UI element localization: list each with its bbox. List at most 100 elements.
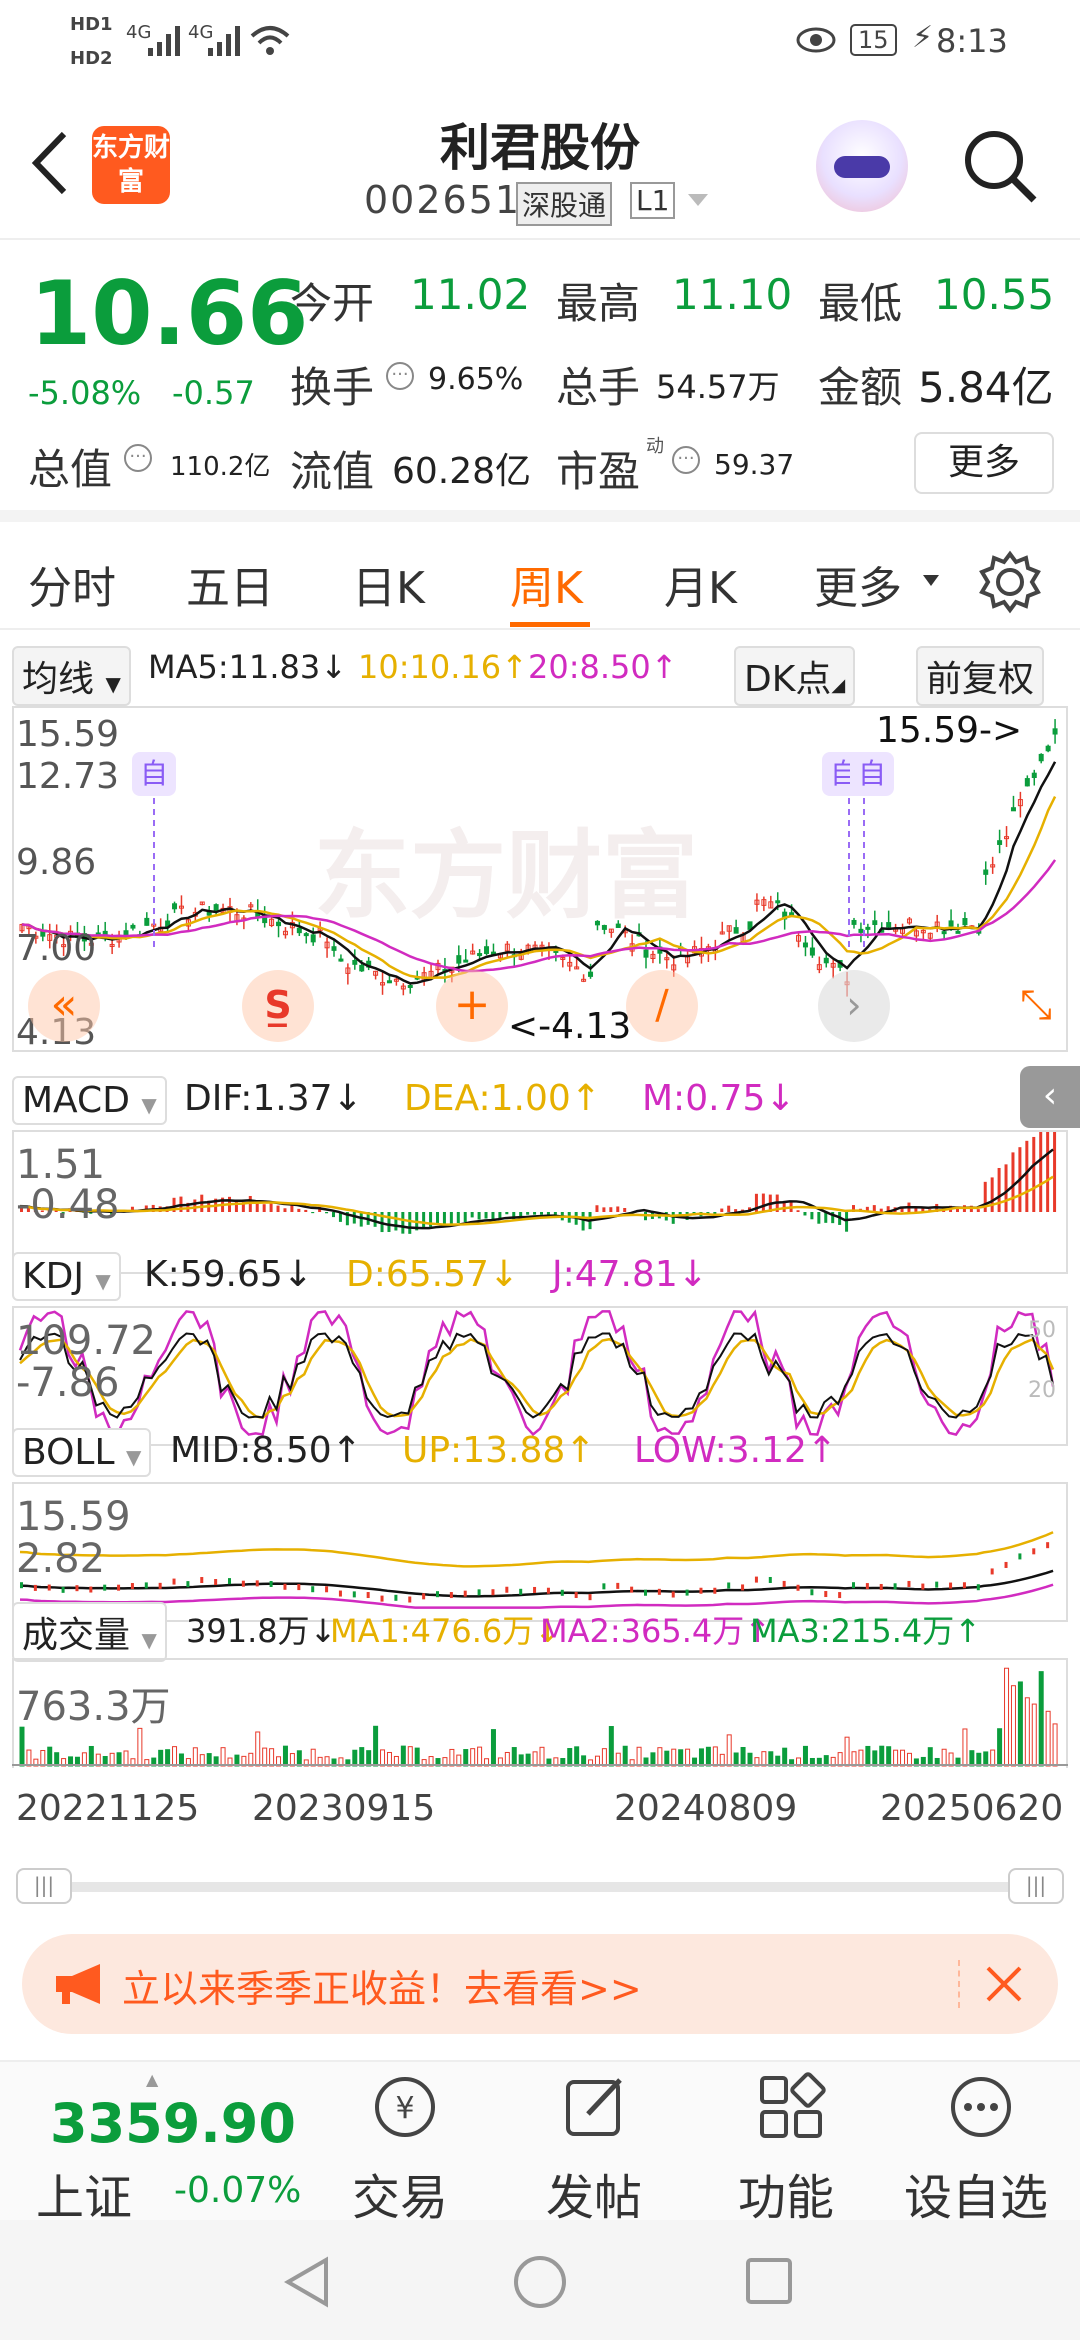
candle-body: [172, 903, 178, 910]
app-logo[interactable]: 东方财富: [92, 126, 170, 204]
macd-bar: [456, 1212, 460, 1224]
function-button[interactable]: [756, 2072, 826, 2146]
charts-area: 均线 ▼ MA5:11.83↓ 10:10.16↑ 20:8.50↑ DK点◢ …: [0, 640, 1080, 1850]
trade-button[interactable]: ¥: [352, 2072, 458, 2146]
market-tag[interactable]: 深股通: [516, 182, 613, 226]
boll-candle: [436, 1591, 439, 1598]
boll-label: BOLL: [22, 1432, 115, 1473]
trade-label[interactable]: 交易: [352, 2158, 448, 2228]
volume-ma2: MA2:365.4万↑: [540, 1612, 772, 1650]
range-handle-right[interactable]: |||: [1008, 1868, 1064, 1904]
macd-panel[interactable]: 1.51 -0.48: [12, 1130, 1068, 1274]
index-value[interactable]: 3359.90: [50, 2092, 296, 2155]
tab-intraday[interactable]: 分时: [28, 552, 116, 616]
boll-candle: [810, 1589, 814, 1596]
promo-banner[interactable]: 成立以来季季正收益！去看看>>: [22, 1934, 1058, 2034]
dk-point-button[interactable]: DK点◢: [734, 646, 856, 706]
macd-bar: [332, 1212, 335, 1218]
candle-body: [955, 930, 961, 934]
macd-bar: [193, 1199, 197, 1212]
scroll-right-icon[interactable]: ›: [818, 970, 890, 1042]
boll-candle: [394, 1594, 398, 1601]
tab-more[interactable]: 更多: [814, 552, 902, 616]
volume-ma3: MA3:215.4万↑: [750, 1612, 982, 1650]
boll-candle: [214, 1579, 218, 1586]
collapse-side-icon[interactable]: ‹: [1020, 1066, 1080, 1128]
boll-select[interactable]: BOLL ▼: [12, 1428, 152, 1477]
tab-five-day[interactable]: 五日: [186, 552, 274, 616]
change-percent: -5.08%: [28, 374, 142, 412]
volume-panel[interactable]: 763.3万: [12, 1658, 1068, 1768]
chevron-down-icon[interactable]: [686, 192, 710, 208]
boll-candle: [782, 1580, 786, 1587]
boll-candle: [824, 1591, 828, 1598]
macd-bar: [720, 1208, 724, 1212]
back-icon[interactable]: [24, 128, 74, 198]
watchlist-label[interactable]: 设自选: [904, 2158, 1048, 2228]
volume-label: 总手: [556, 363, 641, 412]
boll-panel[interactable]: 15.59 2.82: [12, 1482, 1068, 1622]
kdj-axis-bottom: -7.86: [16, 1360, 120, 1406]
adjust-button[interactable]: 前复权: [916, 646, 1045, 706]
info-icon[interactable]: ···: [124, 444, 152, 472]
volume-select[interactable]: 成交量 ▼: [12, 1602, 167, 1662]
macd-bar: [269, 1202, 273, 1212]
boll-up-line: [19, 1531, 1054, 1568]
kdj-select[interactable]: KDJ ▼: [12, 1252, 121, 1301]
level-tag[interactable]: L1: [630, 182, 676, 219]
sell-signal-icon[interactable]: S̲: [242, 970, 314, 1042]
macd-bar: [359, 1212, 363, 1227]
boll-candle: [768, 1576, 772, 1583]
settings-icon[interactable]: [978, 550, 1042, 614]
info-icon-pe[interactable]: ···: [672, 446, 700, 474]
fullscreen-icon[interactable]: ⤡: [1006, 970, 1066, 1042]
candle-body: [352, 959, 358, 965]
nav-home-icon[interactable]: [512, 2254, 568, 2310]
self-select-marker[interactable]: 自: [132, 752, 176, 796]
tab-monthly-k[interactable]: 月K: [664, 552, 737, 616]
volume-bar: [962, 1728, 968, 1767]
candle-body: [296, 927, 302, 934]
robot-avatar[interactable]: [816, 120, 908, 212]
macd-bar: [623, 1208, 627, 1212]
post-label[interactable]: 发帖: [546, 2158, 642, 2228]
pe-value: 59.37: [714, 448, 795, 481]
scroll-left-icon[interactable]: «: [28, 970, 100, 1042]
search-icon[interactable]: [960, 126, 1040, 206]
macd-bar: [1011, 1152, 1015, 1212]
tab-daily-k[interactable]: 日K: [352, 552, 425, 616]
watchlist-button[interactable]: [946, 2072, 1016, 2146]
kline-panel[interactable]: 15.59 12.73 9.86 7.00 4.13 东方财富 15.59-> …: [12, 706, 1068, 1053]
volume-bar: [608, 1726, 614, 1767]
zoom-in-icon[interactable]: +: [436, 970, 508, 1042]
index-name[interactable]: 上证: [36, 2158, 132, 2228]
wifi-icon: [250, 26, 290, 55]
nav-back-icon[interactable]: [282, 2256, 332, 2308]
kdj-panel[interactable]: 109.72 -7.86 50 20: [12, 1306, 1068, 1446]
info-icon-turnover[interactable]: ···: [386, 362, 414, 390]
range-handle-left[interactable]: |||: [16, 1868, 72, 1904]
close-icon[interactable]: [984, 1964, 1024, 2004]
draw-line-icon[interactable]: ∕: [626, 970, 698, 1042]
candle-body: [872, 920, 878, 926]
signal-bars-icon-2: [208, 26, 240, 56]
macd-select[interactable]: MACD ▼: [12, 1076, 167, 1125]
boll-candle: [727, 1582, 731, 1589]
post-button[interactable]: [560, 2072, 630, 2146]
more-quote-button[interactable]: 更多: [914, 432, 1054, 494]
chevron-down-icon: ▼: [105, 672, 121, 696]
megaphone-icon: [56, 1964, 100, 2004]
function-label[interactable]: 功能: [738, 2158, 834, 2228]
boll-candle: [338, 1590, 342, 1597]
self-select-marker-3[interactable]: 自: [850, 752, 894, 796]
ma-select[interactable]: 均线 ▼: [12, 646, 131, 706]
macd-bar: [581, 1212, 585, 1231]
candle-body: [386, 980, 392, 984]
boll-candle: [893, 1583, 897, 1590]
volume-bar: [726, 1734, 732, 1767]
macd-bar: [533, 1212, 537, 1215]
tab-weekly-k[interactable]: 周K: [510, 552, 583, 616]
range-scroller[interactable]: ||| |||: [0, 1860, 1080, 1910]
macd-bar: [727, 1205, 731, 1212]
nav-recent-icon[interactable]: [744, 2256, 794, 2306]
